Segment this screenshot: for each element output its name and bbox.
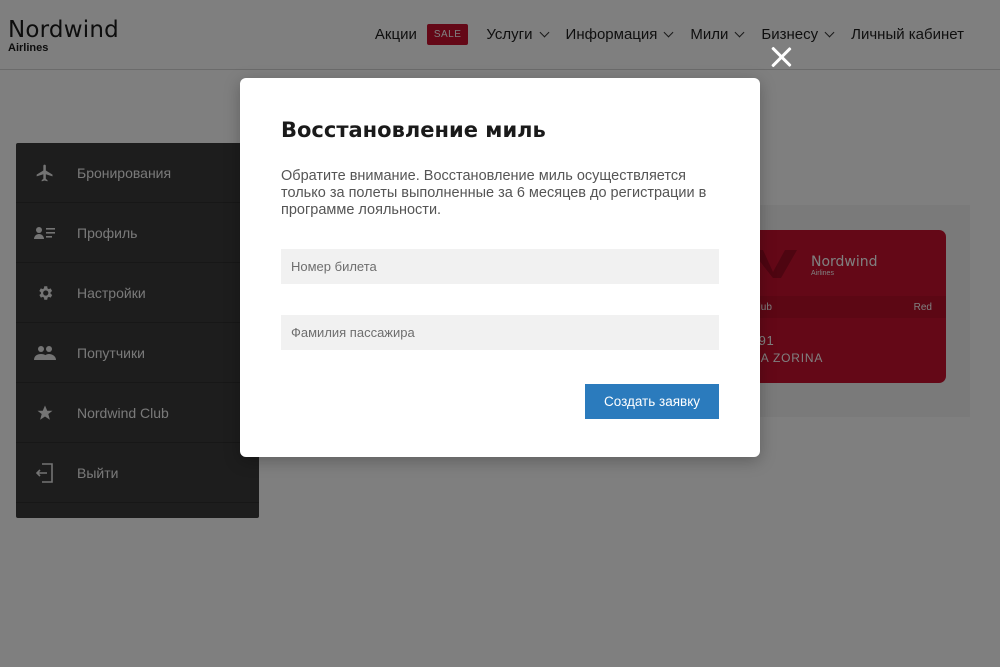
passenger-lastname-input[interactable] xyxy=(281,315,719,350)
close-icon[interactable] xyxy=(770,46,792,68)
ticket-number-input[interactable] xyxy=(281,249,719,284)
restore-miles-modal: Восстановление миль Обратите внимание. В… xyxy=(240,78,760,457)
modal-note: Обратите внимание. Восстановление миль о… xyxy=(281,168,707,218)
create-request-button[interactable]: Создать заявку xyxy=(585,384,719,419)
modal-title: Восстановление миль xyxy=(281,118,546,142)
